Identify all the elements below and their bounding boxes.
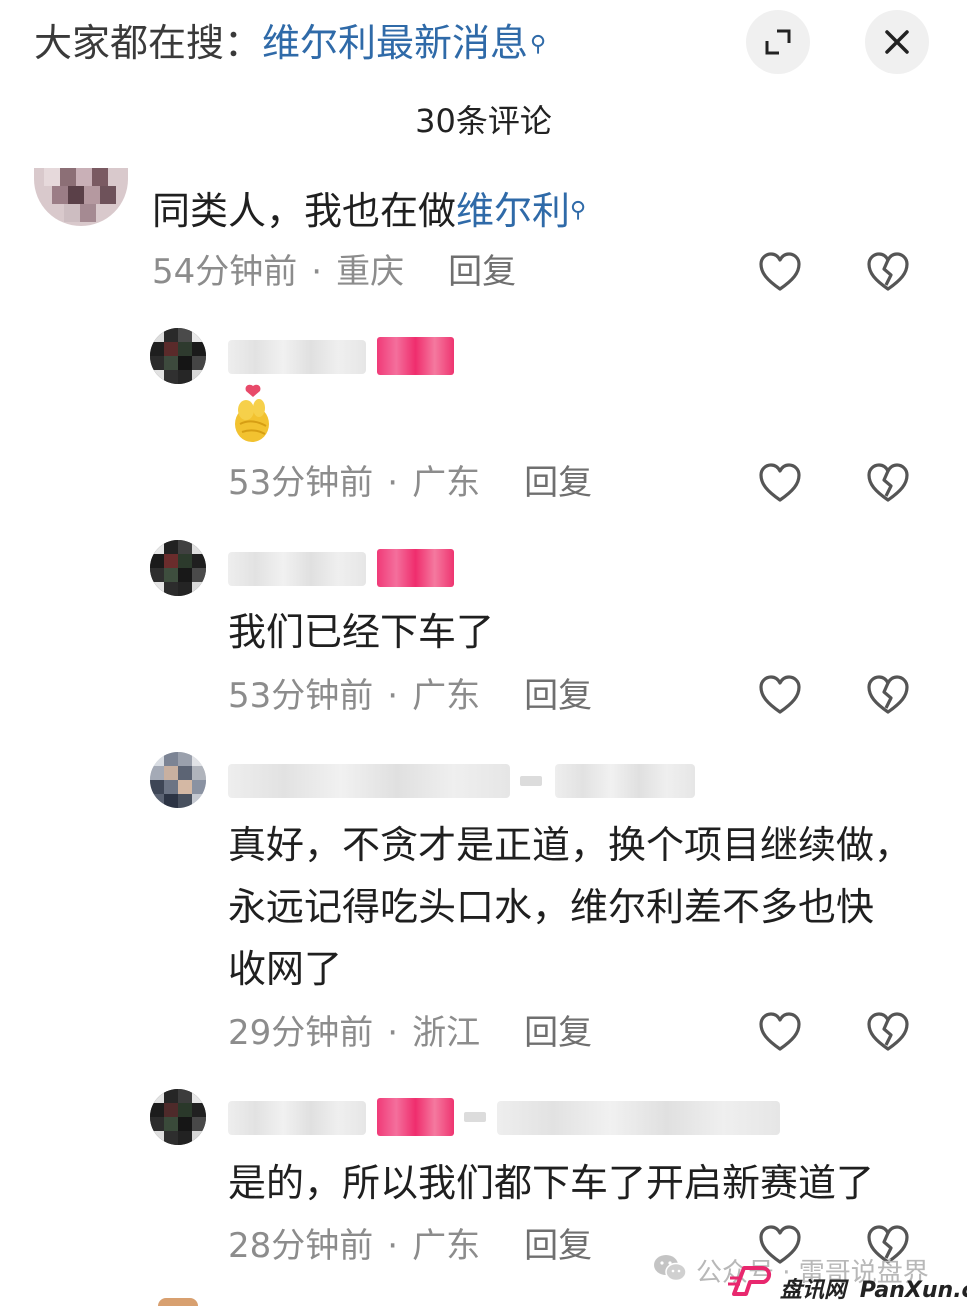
broken-heart-icon xyxy=(867,252,909,291)
finger-heart-emoji xyxy=(232,384,274,444)
author-badge xyxy=(377,337,454,375)
site-watermark: 盘讯网 PanXun.cc xyxy=(780,1272,967,1304)
username[interactable] xyxy=(228,764,510,798)
comment-location: 广东 xyxy=(412,463,481,503)
comment-location: 重庆 xyxy=(336,252,405,292)
comment-text-line: 真好，不贪才是正道，换个项目继续做， xyxy=(228,823,913,867)
replied-username[interactable] xyxy=(497,1101,780,1135)
comment-text: 我们已经下车了 xyxy=(228,610,495,654)
comment-keyword-link[interactable]: 维尔利 xyxy=(456,189,570,233)
author-badge xyxy=(377,549,454,587)
site-name-en: PanXun.cc xyxy=(859,1278,967,1303)
comment-count: 30条评论 xyxy=(415,102,552,140)
close-button[interactable] xyxy=(865,10,929,74)
comment-location: 广东 xyxy=(412,1226,481,1266)
avatar[interactable] xyxy=(150,752,206,808)
comment-time: 28分钟前 xyxy=(228,1226,374,1266)
username[interactable] xyxy=(228,340,366,374)
comment-time: 54分钟前 xyxy=(152,252,298,292)
comment-meta: 28分钟前 · 广东 回复 xyxy=(228,1226,593,1266)
comment-time: 53分钟前 xyxy=(228,463,374,503)
comment-time: 29分钟前 xyxy=(228,1013,374,1053)
like-button[interactable] xyxy=(757,460,803,506)
comment-time: 53分钟前 xyxy=(228,676,374,716)
comment-meta: 53分钟前 · 广东 回复 xyxy=(228,463,593,503)
broken-heart-icon xyxy=(867,675,909,714)
reply-arrow xyxy=(520,776,542,786)
dislike-button[interactable] xyxy=(865,460,911,506)
avatar[interactable] xyxy=(150,540,206,596)
comment-text: 同类人，我也在做维尔利⚲ xyxy=(152,180,586,242)
search-icon: ⚲ xyxy=(570,198,587,223)
expand-icon xyxy=(765,29,791,55)
comment-text-plain: 同类人，我也在做 xyxy=(152,189,457,233)
avatar[interactable] xyxy=(34,168,128,226)
broken-heart-icon xyxy=(867,463,909,502)
reply-button[interactable]: 回复 xyxy=(524,463,592,503)
heart-icon xyxy=(759,1012,801,1051)
broken-heart-icon xyxy=(867,1012,909,1051)
comment-text-line: 永远记得吃头口水，维尔利差不多也快 xyxy=(228,885,875,929)
dislike-button[interactable] xyxy=(865,1009,911,1055)
comment-location: 广东 xyxy=(412,676,481,716)
heart-icon xyxy=(759,252,801,291)
reply-button[interactable]: 回复 xyxy=(448,252,516,292)
comment-text: 是的，所以我们都下车了开启新赛道了 xyxy=(228,1161,875,1205)
avatar[interactable] xyxy=(150,328,206,384)
reply-button[interactable]: 回复 xyxy=(524,1013,592,1053)
close-icon xyxy=(885,30,909,54)
like-button[interactable] xyxy=(757,249,803,295)
avatar[interactable] xyxy=(158,1298,198,1306)
site-name-cn: 盘讯网 xyxy=(780,1278,847,1303)
expand-button[interactable] xyxy=(746,10,810,74)
like-button[interactable] xyxy=(757,1009,803,1055)
comment-meta: 29分钟前 · 浙江 回复 xyxy=(228,1013,593,1053)
comment-meta: 54分钟前 · 重庆 回复 xyxy=(152,252,517,292)
replied-username[interactable] xyxy=(555,764,695,798)
search-keyword-link[interactable]: 维尔利最新消息 xyxy=(262,21,528,65)
dislike-button[interactable] xyxy=(865,249,911,295)
comment-text-line: 收网了 xyxy=(228,947,343,991)
heart-icon xyxy=(759,675,801,714)
username[interactable] xyxy=(228,552,366,586)
dislike-button[interactable] xyxy=(865,672,911,718)
reply-button[interactable]: 回复 xyxy=(524,1226,592,1266)
reply-button[interactable]: 回复 xyxy=(524,676,592,716)
author-badge xyxy=(377,1098,454,1136)
heart-icon xyxy=(759,463,801,502)
avatar[interactable] xyxy=(150,1089,206,1145)
site-logo xyxy=(728,1264,774,1298)
username[interactable] xyxy=(228,1101,366,1135)
search-suggestion[interactable]: 大家都在搜：维尔利最新消息⚲ xyxy=(34,18,546,68)
wechat-icon xyxy=(652,1253,688,1283)
comment-meta: 53分钟前 · 广东 回复 xyxy=(228,676,593,716)
comment-location: 浙江 xyxy=(412,1013,481,1053)
search-icon: ⚲ xyxy=(530,32,547,57)
search-prefix: 大家都在搜： xyxy=(34,21,263,65)
reply-arrow xyxy=(464,1112,486,1122)
like-button[interactable] xyxy=(757,672,803,718)
